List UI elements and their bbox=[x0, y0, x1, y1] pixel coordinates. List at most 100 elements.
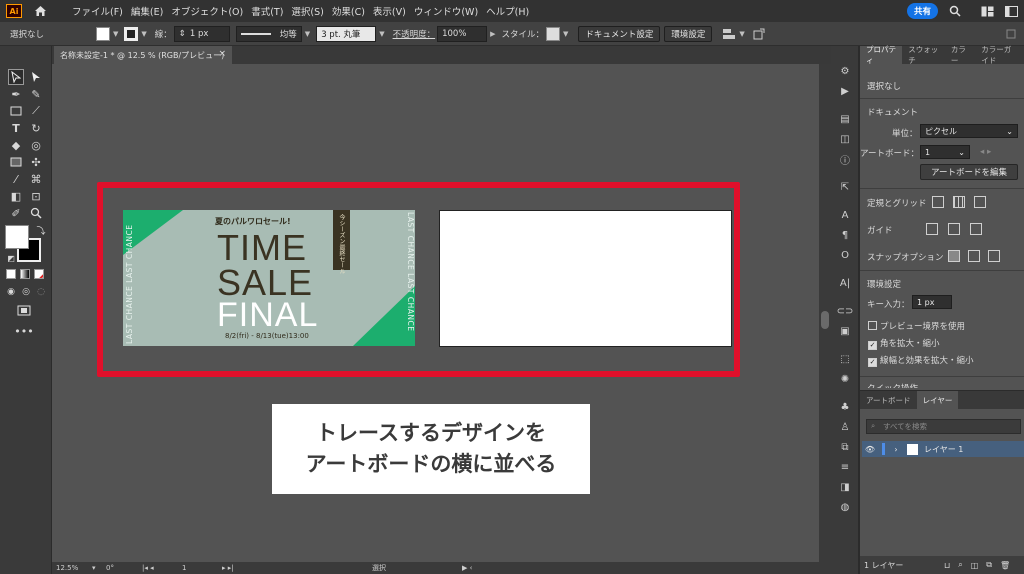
live-paint-tool-icon[interactable]: ◧ bbox=[8, 188, 24, 204]
tab-swatches[interactable]: スウォッチ bbox=[902, 45, 945, 65]
artboard-nav-next-icon[interactable]: ▸ ▸| bbox=[222, 564, 372, 572]
menu-edit[interactable]: 編集(E) bbox=[127, 4, 167, 18]
curvature-tool-icon[interactable]: ✎ bbox=[28, 86, 44, 102]
snap-pixel-icon[interactable] bbox=[968, 250, 980, 262]
checkbox-preview-bounds[interactable]: プレビュー境界を使用 bbox=[868, 320, 965, 332]
stroke-panel-icon[interactable]: ≡ bbox=[837, 460, 853, 474]
paintbrush-tool-icon[interactable]: ⟋ bbox=[28, 103, 44, 119]
chevron-down-icon[interactable]: ▾ bbox=[92, 564, 102, 572]
menu-view[interactable]: 表示(V) bbox=[369, 4, 410, 18]
draw-inside-icon[interactable]: ◌ bbox=[33, 284, 49, 300]
eyedropper-tool-icon[interactable]: ⁄ bbox=[8, 171, 24, 187]
menu-window[interactable]: ウィンドウ(W) bbox=[410, 4, 482, 18]
fill-control[interactable]: ▼ bbox=[96, 26, 118, 41]
chevron-down-icon[interactable]: ▼ bbox=[379, 30, 384, 38]
chevron-down-icon[interactable]: ▼ bbox=[739, 30, 744, 38]
tab-layers[interactable]: レイヤー bbox=[916, 391, 959, 409]
arrange-documents-icon[interactable] bbox=[980, 4, 994, 18]
tab-artboards[interactable]: アートボード bbox=[860, 391, 917, 409]
menu-effect[interactable]: 効果(C) bbox=[328, 4, 369, 18]
mesh-tool-icon[interactable]: ✣ bbox=[28, 154, 44, 170]
vertical-scrollbar[interactable] bbox=[819, 64, 831, 562]
canvas[interactable]: LAST CHANCE LAST CHANCE LAST CHANCE LAST… bbox=[52, 64, 819, 562]
transform-icon[interactable]: ⬚ bbox=[837, 352, 853, 366]
screen-mode-icon[interactable] bbox=[16, 302, 32, 318]
rotation-value[interactable]: 0° bbox=[102, 564, 142, 572]
home-icon[interactable] bbox=[32, 3, 48, 19]
document-settings-button[interactable]: ドキュメント設定 bbox=[578, 25, 661, 42]
checkbox-checked-icon[interactable]: ✓ bbox=[868, 358, 877, 367]
opacity-field[interactable]: 100% bbox=[437, 25, 488, 42]
search-icon[interactable] bbox=[948, 4, 962, 18]
document-tab[interactable]: 名称未設定-1 * @ 12.5 % (RGB/プレビュー) × bbox=[54, 46, 232, 64]
close-icon[interactable]: × bbox=[218, 49, 226, 59]
rotate-tool-icon[interactable]: ↻ bbox=[28, 120, 44, 136]
rectangle-tool-icon[interactable] bbox=[8, 103, 24, 119]
snap-glyph-icon[interactable] bbox=[988, 250, 1000, 262]
edit-toolbar-icon[interactable]: ••• bbox=[14, 323, 33, 339]
brush-dropdown[interactable]: 3 pt. 丸筆 bbox=[316, 25, 377, 42]
show-guides-icon[interactable] bbox=[926, 223, 938, 235]
transparency-icon[interactable]: ◍ bbox=[837, 500, 853, 514]
links-icon[interactable]: ⊂⊃ bbox=[837, 304, 854, 318]
draw-normal-icon[interactable]: ◉ bbox=[3, 284, 19, 300]
workspace-switcher-icon[interactable] bbox=[1004, 4, 1018, 18]
layer-name[interactable]: レイヤー 1 bbox=[924, 444, 963, 455]
fill-swatch[interactable] bbox=[96, 26, 110, 41]
character-icon[interactable]: A bbox=[837, 208, 853, 222]
menu-help[interactable]: ヘルプ(H) bbox=[482, 4, 533, 18]
checkbox-scale-corners[interactable]: ✓ 角を拡大・縮小 bbox=[868, 337, 940, 350]
opacity-label[interactable]: 不透明度： bbox=[393, 28, 436, 40]
align-icon[interactable] bbox=[722, 28, 736, 40]
checkbox-checked-icon[interactable]: ✓ bbox=[868, 341, 877, 350]
rulers-icon[interactable] bbox=[932, 196, 944, 208]
smart-guides-icon[interactable] bbox=[970, 223, 982, 235]
stroke-profile-dropdown[interactable]: 均等 bbox=[235, 25, 302, 42]
direct-selection-tool-icon[interactable] bbox=[28, 69, 44, 85]
slice-tool-icon[interactable]: ✐ bbox=[8, 205, 24, 221]
color-mode-icon[interactable] bbox=[6, 269, 16, 279]
opentype-icon[interactable]: O bbox=[837, 248, 853, 262]
swap-colors-icon[interactable]: ⤵ bbox=[33, 222, 49, 238]
layer-row[interactable]: 👁 › レイヤー 1 bbox=[862, 441, 1024, 457]
layer-search-input[interactable]: ⌕ すべてを検索 bbox=[866, 419, 1021, 434]
fill-color-front[interactable] bbox=[5, 225, 29, 249]
recolor-icon[interactable] bbox=[753, 28, 765, 40]
blend-tool-icon[interactable]: ⌘ bbox=[28, 171, 44, 187]
pen-tool-icon[interactable]: ✒ bbox=[8, 86, 24, 102]
tab-color-guide[interactable]: カラーガイド bbox=[975, 45, 1024, 65]
default-colors-icon[interactable]: ◩ bbox=[3, 250, 19, 266]
gradient-mode-icon[interactable] bbox=[20, 269, 30, 279]
chevron-down-icon[interactable]: ▼ bbox=[141, 30, 146, 38]
grid-icon[interactable] bbox=[953, 196, 965, 208]
type-tool-icon[interactable]: T bbox=[8, 120, 24, 136]
color-wheel-icon[interactable]: ✺ bbox=[837, 372, 853, 386]
info-icon[interactable]: ⓘ bbox=[837, 152, 853, 167]
align-panel-icon[interactable]: ▤ bbox=[837, 112, 853, 126]
artboard-empty[interactable] bbox=[439, 210, 732, 347]
zoom-level[interactable]: 12.5% bbox=[52, 564, 92, 572]
units-dropdown[interactable]: ピクセル ⌄ bbox=[920, 124, 1018, 138]
gear-icon[interactable]: ⚙ bbox=[837, 64, 853, 78]
pathfinder-icon[interactable]: ◫ bbox=[837, 132, 853, 146]
shape-builder-tool-icon[interactable]: ◎ bbox=[28, 137, 44, 153]
artboard-dropdown[interactable]: 1 ⌄ bbox=[920, 145, 970, 159]
gradient-tool-icon[interactable] bbox=[8, 154, 24, 170]
stroke-swatch-control[interactable]: ▼ bbox=[124, 26, 147, 41]
export-icon[interactable]: ⇱ bbox=[837, 180, 853, 194]
control-bar-menu-icon[interactable] bbox=[1006, 29, 1016, 39]
glyphs-icon[interactable]: A| bbox=[837, 276, 853, 290]
new-sublayer-icon[interactable]: ⧉ bbox=[986, 560, 992, 570]
chevron-right-icon[interactable]: ▶ bbox=[490, 30, 495, 38]
status-arrow-icon[interactable]: ▶ ‹ bbox=[462, 564, 472, 572]
menu-type[interactable]: 書式(T) bbox=[247, 4, 287, 18]
edit-artboard-button[interactable]: アートボードを編集 bbox=[920, 164, 1018, 180]
chevron-down-icon[interactable]: ▼ bbox=[113, 30, 118, 38]
pixel-grid-icon[interactable] bbox=[974, 196, 986, 208]
make-clipping-mask-icon[interactable]: ◫ bbox=[971, 561, 979, 570]
puppet-warp-icon[interactable]: ♙ bbox=[837, 420, 853, 434]
lock-guides-icon[interactable] bbox=[948, 223, 960, 235]
zoom-tool-icon[interactable] bbox=[28, 205, 44, 221]
expand-arrow-icon[interactable]: › bbox=[889, 445, 903, 454]
artboard-nav-prev-icon[interactable]: |◂ ◂ bbox=[142, 564, 182, 572]
